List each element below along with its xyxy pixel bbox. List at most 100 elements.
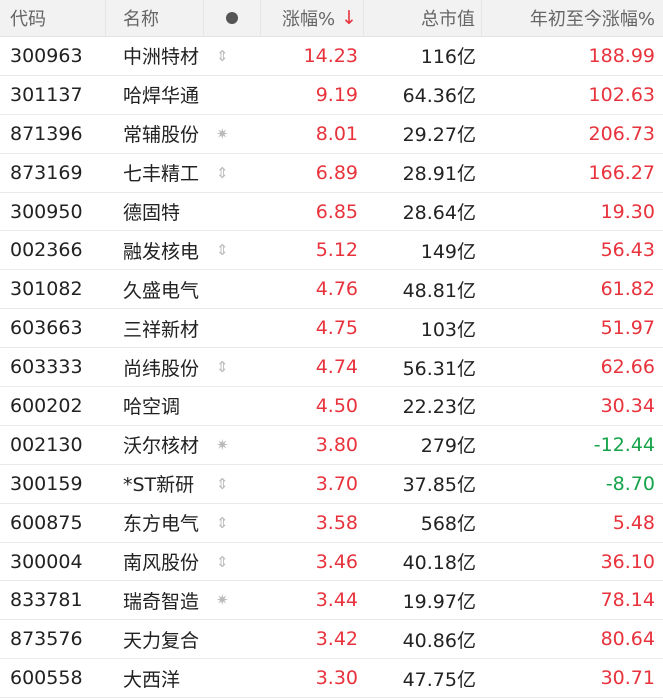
ytd-change: 5.48 [612, 511, 655, 534]
market-cap: 29.27亿 [402, 124, 476, 147]
stock-code: 603333 [10, 356, 83, 379]
header-change-pct[interactable]: 涨幅% ↓ [261, 0, 364, 36]
ytd-change: 30.34 [600, 394, 655, 417]
table-row[interactable]: 300950 德固特 6.85 28.64亿 19.30 [0, 193, 663, 232]
change-pct: 14.23 [303, 44, 358, 67]
stock-code: 002130 [10, 433, 83, 456]
market-cap: 103亿 [420, 318, 476, 341]
table-row[interactable]: 600875 东方电气 ⇕ 3.58 568亿 5.48 [0, 504, 663, 543]
stock-name: 沃尔核材 [123, 435, 200, 458]
table-row[interactable]: 301137 哈焊华通 9.19 64.36亿 102.63 [0, 76, 663, 115]
star-icon: ✷ [216, 124, 229, 143]
table-row[interactable]: 300963 中洲特材 ⇕ 14.23 116亿 188.99 [0, 37, 663, 76]
market-cap: 149亿 [420, 240, 476, 263]
stock-code: 600202 [10, 394, 83, 417]
header-mark[interactable] [204, 0, 261, 36]
stock-code: 873169 [10, 161, 83, 184]
table-row[interactable]: 603333 尚纬股份 ⇕ 4.74 56.31亿 62.66 [0, 348, 663, 388]
updown-arrow-icon: ⇕ [216, 513, 229, 532]
market-cap: 28.91亿 [402, 163, 476, 186]
ytd-change: -12.44 [593, 433, 655, 456]
ytd-change: 61.82 [600, 278, 655, 301]
header-code[interactable]: 代码 [0, 0, 106, 36]
star-icon: ✷ [216, 435, 229, 454]
stock-name: *ST新研 [123, 474, 195, 497]
market-cap: 64.36亿 [402, 85, 476, 108]
table-row[interactable]: 871396 常辅股份 ✷ 8.01 29.27亿 206.73 [0, 115, 663, 154]
change-pct: 4.75 [315, 317, 358, 340]
table-row[interactable]: 873169 七丰精工 ⇕ 6.89 28.91亿 166.27 [0, 154, 663, 193]
ytd-change: 51.97 [600, 317, 655, 340]
stock-code: 301137 [10, 83, 83, 106]
market-cap: 19.97亿 [402, 590, 476, 613]
table-row[interactable]: 002130 沃尔核材 ✷ 3.80 279亿 -12.44 [0, 426, 663, 465]
stock-code: 002366 [10, 239, 83, 262]
stock-code: 300963 [10, 44, 83, 67]
stock-name: 尚纬股份 [123, 357, 200, 380]
updown-arrow-icon: ⇕ [216, 474, 229, 493]
ytd-change: 78.14 [600, 589, 655, 612]
market-cap: 48.81亿 [402, 279, 476, 302]
stock-name: 德固特 [123, 202, 181, 224]
change-pct: 3.70 [315, 472, 358, 495]
market-cap: 22.23亿 [402, 396, 476, 419]
table-row[interactable]: 603663 三祥新材 4.75 103亿 51.97 [0, 309, 663, 349]
stock-name: 南风股份 [123, 552, 200, 575]
header-ytd-change[interactable]: 年初至今涨幅% [482, 0, 663, 36]
market-cap: 56.31亿 [402, 357, 476, 380]
table-row[interactable]: 600558 大西洋 3.30 47.75亿 30.71 [0, 659, 663, 699]
table-row[interactable]: 301082 久盛电气 4.76 48.81亿 61.82 [0, 270, 663, 310]
stock-code: 871396 [10, 122, 83, 145]
updown-arrow-icon: ⇕ [216, 163, 229, 182]
change-pct: 9.19 [315, 83, 358, 106]
table-row[interactable]: 002366 融发核电 ⇕ 5.12 149亿 56.43 [0, 231, 663, 271]
stock-name: 七丰精工 [123, 163, 200, 186]
table-row[interactable]: 873576 天力复合 3.42 40.86亿 80.64 [0, 620, 663, 660]
stock-name: 大西洋 [123, 668, 181, 691]
stock-table: 代码 名称 涨幅% ↓ 总市值 年初至今涨幅% 300963 中洲特材 ⇕ 14.23… [0, 0, 663, 700]
stock-code: 603663 [10, 317, 83, 340]
stock-name: 常辅股份 [123, 124, 200, 147]
table-row[interactable]: 300159 *ST新研 ⇕ 3.70 37.85亿 -8.70 [0, 465, 663, 504]
market-cap: 116亿 [420, 46, 476, 69]
stock-name: 哈空调 [123, 396, 181, 419]
updown-arrow-icon: ⇕ [216, 358, 229, 377]
stock-code: 301082 [10, 278, 83, 301]
stock-name: 久盛电气 [123, 279, 200, 302]
dot-icon [226, 12, 238, 24]
updown-arrow-icon: ⇕ [216, 241, 229, 260]
table-row[interactable]: 600202 哈空调 4.50 22.23亿 30.34 [0, 387, 663, 426]
change-pct: 6.85 [315, 200, 358, 223]
stock-code: 873576 [10, 628, 83, 651]
ytd-change: 206.73 [588, 122, 655, 145]
stock-name: 哈焊华通 [123, 85, 200, 108]
market-cap: 40.18亿 [402, 552, 476, 575]
ytd-change: 56.43 [600, 239, 655, 262]
updown-arrow-icon: ⇕ [216, 46, 229, 65]
stock-code: 300004 [10, 550, 83, 573]
change-pct: 4.76 [315, 278, 358, 301]
stock-code: 600875 [10, 511, 83, 534]
stock-name: 天力复合 [123, 629, 200, 652]
change-pct: 3.80 [315, 433, 358, 456]
header-name[interactable]: 名称 [106, 0, 204, 36]
change-pct: 6.89 [315, 161, 358, 184]
header-market-cap[interactable]: 总市值 [364, 0, 482, 36]
ytd-change: 80.64 [600, 628, 655, 651]
market-cap: 37.85亿 [402, 474, 476, 497]
change-pct: 3.44 [315, 589, 358, 612]
table-row[interactable]: 833781 瑞奇智造 ✷ 3.44 19.97亿 78.14 [0, 581, 663, 621]
ytd-change: 19.30 [600, 200, 655, 223]
header-change-pct-label: 涨幅% [281, 9, 336, 30]
change-pct: 4.50 [315, 394, 358, 417]
table-body: 300963 中洲特材 ⇕ 14.23 116亿 188.99 301137 哈焊华通 9.19… [0, 37, 663, 699]
market-cap: 47.75亿 [402, 668, 476, 691]
sort-desc-arrow-icon: ↓ [341, 6, 357, 29]
market-cap: 40.86亿 [402, 629, 476, 652]
ytd-change: 166.27 [588, 161, 655, 184]
table-header: 代码 名称 涨幅% ↓ 总市值 年初至今涨幅% [0, 0, 663, 37]
stock-code: 300159 [10, 472, 83, 495]
table-row[interactable]: 300004 南风股份 ⇕ 3.46 40.18亿 36.10 [0, 543, 663, 582]
change-pct: 5.12 [315, 239, 358, 262]
stock-name: 瑞奇智造 [123, 590, 200, 613]
